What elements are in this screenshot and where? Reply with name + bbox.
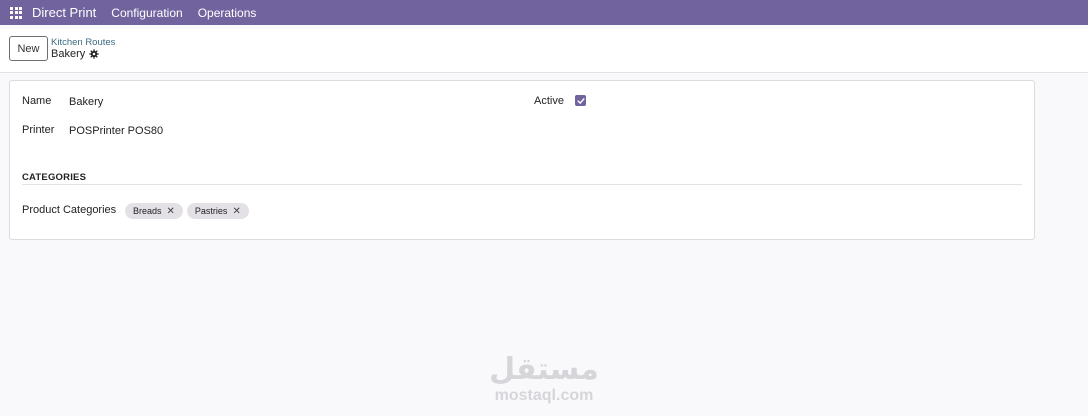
top-navbar: Direct Print Configuration Operations <box>0 0 1088 25</box>
menu-operations[interactable]: Operations <box>198 6 257 20</box>
tag-label: Pastries <box>194 206 228 216</box>
new-button[interactable]: New <box>9 36 48 61</box>
form-sheet: Name Bakery Active Printer POSPrinter PO… <box>9 80 1035 240</box>
name-field[interactable]: Bakery <box>69 96 103 108</box>
watermark-logo: مستقل <box>489 352 599 387</box>
product-categories-label: Product Categories <box>22 204 117 216</box>
check-icon <box>576 97 585 104</box>
categories-section-title: CATEGORIES <box>22 172 87 183</box>
product-categories-field[interactable]: Breads ✕ Pastries ✕ <box>125 203 249 219</box>
tag-pastries: Pastries ✕ <box>186 203 249 219</box>
breadcrumb-parent[interactable]: Kitchen Routes <box>51 37 115 48</box>
breadcrumb-current: Bakery <box>51 48 99 60</box>
active-checkbox[interactable] <box>575 95 586 106</box>
record-title: Bakery <box>51 48 86 60</box>
section-divider <box>22 184 1022 185</box>
gear-icon[interactable] <box>89 49 99 59</box>
control-panel: New Kitchen Routes Bakery <box>0 29 1088 73</box>
app-name[interactable]: Direct Print <box>32 5 96 20</box>
active-label: Active <box>534 95 564 107</box>
watermark-url: mostaql.com <box>494 387 594 404</box>
tag-breads: Breads ✕ <box>125 203 183 219</box>
printer-label: Printer <box>22 124 55 136</box>
name-label: Name <box>22 95 52 107</box>
menu-configuration[interactable]: Configuration <box>111 6 182 20</box>
printer-field[interactable]: POSPrinter POS80 <box>69 125 163 137</box>
apps-grid-icon[interactable] <box>10 6 22 19</box>
watermark: مستقل mostaql.com <box>470 353 618 405</box>
close-icon[interactable]: ✕ <box>232 206 240 217</box>
close-icon[interactable]: ✕ <box>167 206 175 217</box>
tag-label: Breads <box>133 206 162 216</box>
